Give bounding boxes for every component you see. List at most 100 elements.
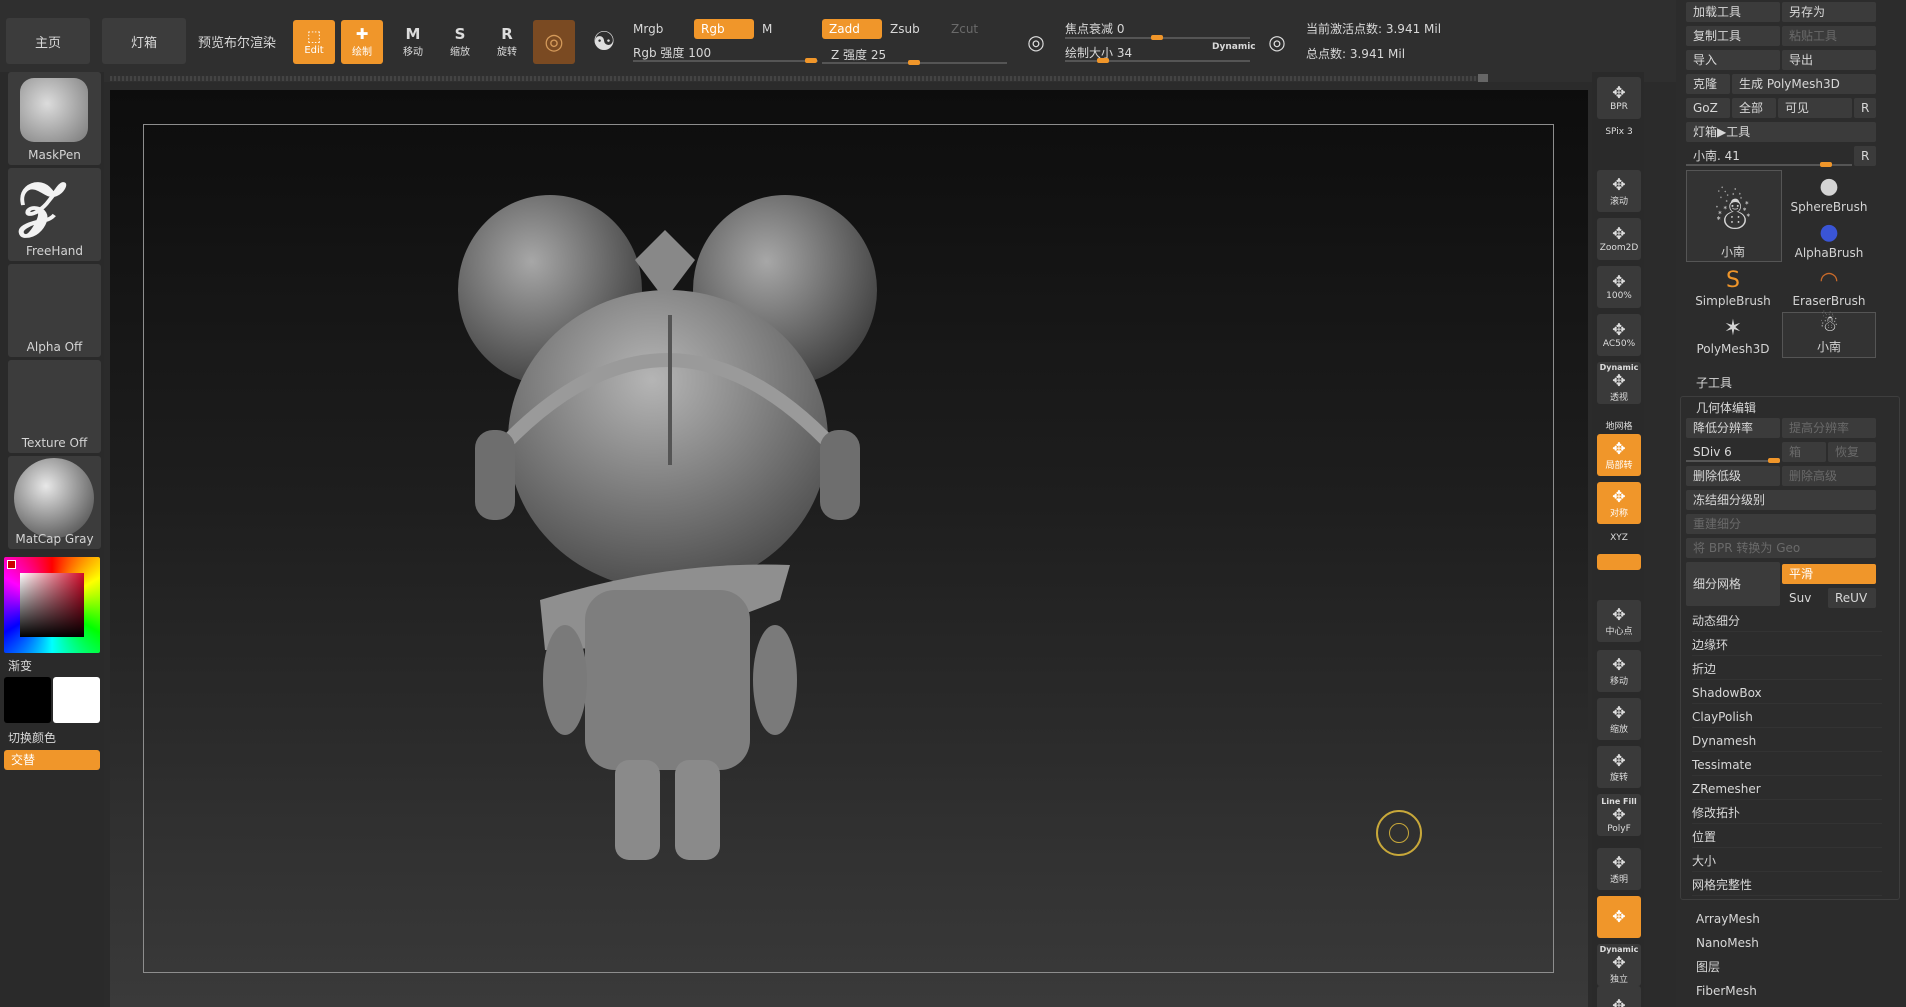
symmetry-button[interactable]: ✥ 对称 xyxy=(1597,482,1641,524)
secondary-color-swatch[interactable] xyxy=(53,677,100,723)
copy-tool-button[interactable]: 复制工具 xyxy=(1686,26,1780,46)
freeze-subdiv-button[interactable]: 冻结细分级别 xyxy=(1686,490,1876,510)
alternate-button[interactable]: 交替 xyxy=(4,750,100,770)
perspective-button[interactable]: Dynamic ✥ 透视 xyxy=(1597,362,1641,404)
subtool-item[interactable]: ArrayMesh xyxy=(1696,908,1886,930)
mrgb-toggle[interactable]: Mrgb xyxy=(633,22,663,36)
slider-handle[interactable] xyxy=(805,58,817,63)
divide-button[interactable]: 细分网格 xyxy=(1686,562,1780,606)
geometry-item[interactable]: Tessimate xyxy=(1692,754,1882,776)
sdiv-slider[interactable]: SDiv 6 xyxy=(1686,442,1780,462)
import-button[interactable]: 导入 xyxy=(1686,50,1780,70)
cage-button[interactable]: 箱 xyxy=(1782,442,1826,462)
z-intensity-slider[interactable] xyxy=(822,60,1007,65)
xyz-button[interactable]: XYZ xyxy=(1597,530,1641,546)
xpose-button[interactable]: ✥ xyxy=(1597,986,1641,1007)
brush-alpha[interactable]: ● AlphaBrush xyxy=(1782,216,1876,262)
export-button[interactable]: 导出 xyxy=(1782,50,1876,70)
brush-polymesh[interactable]: ✶ PolyMesh3D xyxy=(1686,312,1780,358)
local-button[interactable]: ✥ 局部转 xyxy=(1597,434,1641,476)
slider-handle[interactable] xyxy=(1151,35,1163,40)
spix-button[interactable]: SPix 3 xyxy=(1597,124,1641,140)
suv-toggle[interactable]: Suv xyxy=(1782,588,1826,608)
dynamic-toggle[interactable]: Dynamic xyxy=(1212,42,1256,52)
geometry-item[interactable]: Dynamesh xyxy=(1692,730,1882,752)
brush-simple[interactable]: S SimpleBrush xyxy=(1686,264,1780,310)
edit-button[interactable]: ⬚ Edit xyxy=(293,20,335,64)
bpr-preview-tab[interactable]: 预览布尔渲染 xyxy=(192,18,282,64)
move-button[interactable]: M 移动 xyxy=(392,20,434,64)
brush-sphere[interactable]: ● SphereBrush xyxy=(1782,170,1876,216)
brush-xiaonan-2[interactable]: ☃ 小南 xyxy=(1782,312,1876,358)
geometry-item[interactable]: ShadowBox xyxy=(1692,682,1882,704)
floor-button[interactable]: 地网格 xyxy=(1597,418,1641,432)
subtool-header[interactable]: 子工具 xyxy=(1696,374,1732,391)
geometry-header[interactable]: 几何体编辑 xyxy=(1696,399,1756,416)
higher-res-button[interactable]: 提高分辨率 xyxy=(1782,418,1876,438)
rotate-view-button[interactable]: ✥ 旋转 xyxy=(1597,746,1641,788)
zsub-toggle[interactable]: Zsub xyxy=(883,19,943,39)
paste-tool-button[interactable]: 粘贴工具 xyxy=(1782,26,1876,46)
zadd-toggle[interactable]: Zadd xyxy=(822,19,882,39)
subtool-item[interactable]: FiberMesh xyxy=(1696,980,1886,1002)
transparent-button[interactable]: ✥ 透明 xyxy=(1597,848,1641,890)
gradient-label[interactable]: 渐变 xyxy=(8,657,32,674)
color-mode-button[interactable]: ☯ xyxy=(583,20,625,64)
zoom2d-button[interactable]: ✥ Zoom2D xyxy=(1597,218,1641,260)
subtool-item[interactable]: NanoMesh xyxy=(1696,932,1886,954)
lightbox-tab[interactable]: 灯箱 xyxy=(102,18,186,64)
brush-selector[interactable]: MaskPen xyxy=(8,72,101,165)
solo-button[interactable]: Dynamic ✥ 独立 xyxy=(1597,944,1641,986)
material-button[interactable]: ◎ xyxy=(533,20,575,64)
rotate-z-button[interactable] xyxy=(1597,574,1641,590)
reconstruct-subdiv-button[interactable]: 重建细分 xyxy=(1686,514,1876,534)
bpr-button[interactable]: ✥ BPR xyxy=(1597,77,1641,119)
alpha-selector[interactable]: Alpha Off xyxy=(8,264,101,357)
polyframe-button[interactable]: Line Fill ✥ PolyF xyxy=(1597,794,1641,836)
load-tool-button[interactable]: 加载工具 xyxy=(1686,2,1780,22)
geometry-item[interactable]: 网格完整性 xyxy=(1692,874,1882,896)
scale-view-button[interactable]: ✥ 缩放 xyxy=(1597,698,1641,740)
geometry-item[interactable]: ClayPolish xyxy=(1692,706,1882,728)
draw-button[interactable]: ✚ 绘制 xyxy=(341,20,383,64)
save-as-button[interactable]: 另存为 xyxy=(1782,2,1876,22)
lightbox-tools-button[interactable]: 灯箱▶工具 xyxy=(1686,122,1876,142)
rgb-toggle[interactable]: Rgb xyxy=(694,19,754,39)
del-higher-button[interactable]: 删除高级 xyxy=(1782,466,1876,486)
zoom50-button[interactable]: ✥ AC50% xyxy=(1597,314,1641,356)
geometry-item[interactable]: ZRemesher xyxy=(1692,778,1882,800)
center-button[interactable]: ✥ 中心点 xyxy=(1597,600,1641,642)
rgb-intensity-slider[interactable] xyxy=(633,58,818,63)
zcut-toggle[interactable]: Zcut xyxy=(944,19,1004,39)
slider-handle[interactable] xyxy=(1820,162,1832,167)
brush-xiaonan[interactable]: ☃ 小南 xyxy=(1686,170,1780,262)
smooth-toggle[interactable]: 平滑 xyxy=(1782,564,1876,584)
lower-res-button[interactable]: 降低分辨率 xyxy=(1686,418,1780,438)
goz-visible-button[interactable]: 可见 xyxy=(1778,98,1852,118)
draw-size-button[interactable]: ◎ xyxy=(1258,20,1296,64)
stroke-selector[interactable]: 𝓩 FreeHand xyxy=(8,168,101,261)
geometry-item[interactable]: 动态细分 xyxy=(1692,610,1882,632)
color-picker[interactable] xyxy=(4,557,100,653)
ruler-handle[interactable] xyxy=(1478,74,1488,82)
reuv-toggle[interactable]: ReUV xyxy=(1828,588,1876,608)
goz-all-button[interactable]: 全部 xyxy=(1732,98,1776,118)
geometry-item[interactable]: 大小 xyxy=(1692,850,1882,872)
move-view-button[interactable]: ✥ 移动 xyxy=(1597,650,1641,692)
slider-handle[interactable] xyxy=(908,60,920,65)
draw-size-slider[interactable] xyxy=(1065,58,1250,63)
geometry-item[interactable]: 折边 xyxy=(1692,658,1882,680)
slider-handle[interactable] xyxy=(1768,458,1780,463)
material-selector[interactable]: MatCap Gray xyxy=(8,456,101,549)
texture-selector[interactable]: Texture Off xyxy=(8,360,101,453)
m-toggle[interactable]: M xyxy=(755,19,815,39)
home-tab[interactable]: 主页 xyxy=(6,18,90,64)
make-polymesh-button[interactable]: 生成 PolyMesh3D xyxy=(1732,74,1876,94)
brush-eraser[interactable]: ◠ EraserBrush xyxy=(1782,264,1876,310)
scroll-button[interactable]: ✥ 滚动 xyxy=(1597,170,1641,212)
rotate-button[interactable]: R 旋转 xyxy=(486,20,528,64)
color-swatch-square[interactable] xyxy=(20,573,84,637)
ghost-button[interactable]: ✥ xyxy=(1597,896,1641,938)
convert-bpr-button[interactable]: 将 BPR 转换为 Geo xyxy=(1686,538,1876,558)
current-tool-r-button[interactable]: R xyxy=(1854,146,1876,166)
